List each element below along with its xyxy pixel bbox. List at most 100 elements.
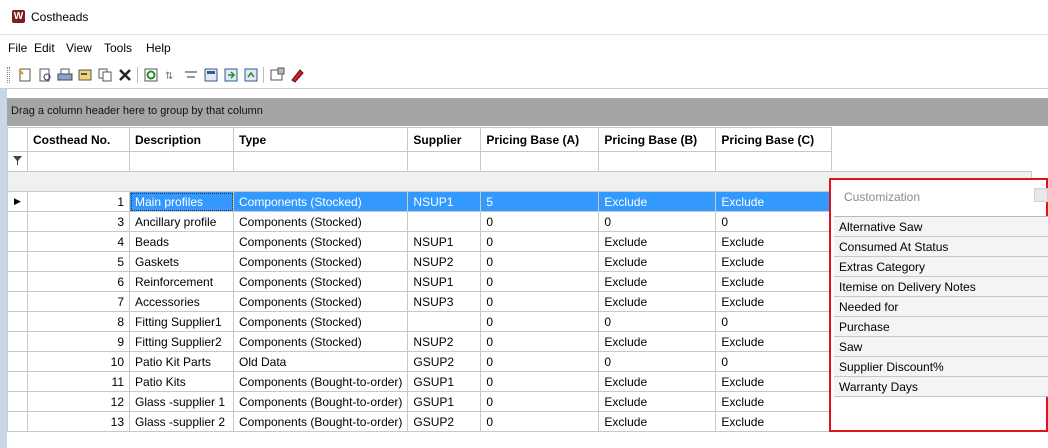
cell-pricing-base-b[interactable]: Exclude <box>598 231 717 252</box>
cell-pricing-base-c[interactable]: Exclude <box>715 191 833 212</box>
menu-help[interactable]: Help <box>146 41 171 55</box>
cell-pricing-base-c[interactable]: Exclude <box>715 411 833 432</box>
column-header-pricing-base-a[interactable]: Pricing Base (A) <box>480 127 600 152</box>
cell-description[interactable]: Patio Kits <box>129 371 234 392</box>
cell-type[interactable]: Components (Stocked) <box>232 331 409 352</box>
cell-pricing-base-b[interactable]: Exclude <box>598 371 717 392</box>
cell-pricing-base-c[interactable]: Exclude <box>715 291 833 312</box>
menu-edit[interactable]: Edit <box>34 41 55 55</box>
cell-pricing-base-a[interactable]: 0 <box>480 211 600 232</box>
cell-pricing-base-a[interactable]: 0 <box>480 311 600 332</box>
cell-supplier[interactable]: NSUP1 <box>407 231 482 252</box>
cell-description[interactable]: Fitting Supplier1 <box>129 311 234 332</box>
filter-cell-pricing-base-c[interactable] <box>715 151 833 172</box>
customization-item[interactable]: Purchase <box>834 317 1048 337</box>
cell-type[interactable]: Components (Stocked) <box>232 291 409 312</box>
cell-pricing-base-b[interactable]: Exclude <box>598 291 717 312</box>
close-icon[interactable] <box>1034 188 1048 202</box>
cell-pricing-base-c[interactable]: 0 <box>715 211 833 232</box>
cell-pricing-base-a[interactable]: 5 <box>480 191 600 212</box>
customization-item[interactable]: Alternative Saw <box>834 217 1048 237</box>
refresh-icon[interactable] <box>143 67 159 83</box>
cell-description[interactable]: Gaskets <box>129 251 234 272</box>
cell-pricing-base-a[interactable]: 0 <box>480 411 600 432</box>
cell-description[interactable]: Patio Kit Parts <box>129 351 234 372</box>
cell-type[interactable]: Components (Bought-to-order) <box>232 391 409 412</box>
cell-pricing-base-b[interactable]: Exclude <box>598 251 717 272</box>
cell-pricing-base-c[interactable]: Exclude <box>715 251 833 272</box>
cell-supplier[interactable]: GSUP2 <box>407 351 482 372</box>
row-indicator[interactable] <box>7 331 28 352</box>
filter-cell-pricing-base-a[interactable] <box>480 151 600 172</box>
cell-supplier[interactable] <box>407 211 482 232</box>
column-header-description[interactable]: Description <box>129 127 234 152</box>
cell-pricing-base-c[interactable]: Exclude <box>715 231 833 252</box>
filter-cell-costhead-no[interactable] <box>27 151 130 172</box>
cell-pricing-base-b[interactable]: Exclude <box>598 411 717 432</box>
column-header-costhead-no[interactable]: Costhead No. <box>27 127 130 152</box>
cell-costhead-no[interactable]: 9 <box>27 331 130 352</box>
cell-type[interactable]: Components (Bought-to-order) <box>232 371 409 392</box>
cell-pricing-base-a[interactable]: 0 <box>480 391 600 412</box>
cell-supplier[interactable]: NSUP1 <box>407 191 482 212</box>
cell-type[interactable]: Components (Bought-to-order) <box>232 411 409 432</box>
customization-item[interactable]: Itemise on Delivery Notes <box>834 277 1048 297</box>
cell-type[interactable]: Components (Stocked) <box>232 271 409 292</box>
cell-costhead-no[interactable]: 7 <box>27 291 130 312</box>
row-indicator[interactable] <box>7 211 28 232</box>
row-indicator[interactable] <box>7 291 28 312</box>
cell-type[interactable]: Components (Stocked) <box>232 211 409 232</box>
filter-cell-pricing-base-b[interactable] <box>598 151 717 172</box>
cell-description[interactable]: Ancillary profile <box>129 211 234 232</box>
new-icon[interactable] <box>17 67 33 83</box>
cell-pricing-base-a[interactable]: 0 <box>480 271 600 292</box>
cell-costhead-no[interactable]: 5 <box>27 251 130 272</box>
menu-view[interactable]: View <box>66 41 92 55</box>
cell-pricing-base-a[interactable]: 0 <box>480 231 600 252</box>
row-indicator[interactable]: ▶ <box>7 191 28 212</box>
group-by-panel[interactable]: Drag a column header here to group by th… <box>7 98 1048 126</box>
print-icon[interactable] <box>57 67 73 83</box>
customization-item[interactable]: Warranty Days <box>834 377 1048 397</box>
row-indicator[interactable] <box>7 311 28 332</box>
customization-item[interactable]: Supplier Discount% <box>834 357 1048 377</box>
filter-icon[interactable] <box>7 151 28 172</box>
customization-item[interactable]: Saw <box>834 337 1048 357</box>
cell-costhead-no[interactable]: 12 <box>27 391 130 412</box>
filter-cell-supplier[interactable] <box>407 151 482 172</box>
customization-item[interactable]: Extras Category <box>834 257 1048 277</box>
copy-icon[interactable] <box>97 67 113 83</box>
cell-pricing-base-b[interactable]: Exclude <box>598 391 717 412</box>
cell-description[interactable]: Accessories <box>129 291 234 312</box>
menu-tools[interactable]: Tools <box>104 41 132 55</box>
cell-supplier[interactable]: NSUP3 <box>407 291 482 312</box>
row-indicator[interactable] <box>7 391 28 412</box>
cell-pricing-base-b[interactable]: 0 <box>598 211 717 232</box>
cell-costhead-no[interactable]: 1 <box>27 191 130 212</box>
row-indicator[interactable] <box>7 251 28 272</box>
cell-supplier[interactable] <box>407 311 482 332</box>
cell-supplier[interactable]: NSUP1 <box>407 271 482 292</box>
column-header-pricing-base-b[interactable]: Pricing Base (B) <box>598 127 717 152</box>
cell-costhead-no[interactable]: 4 <box>27 231 130 252</box>
filter-cell-type[interactable] <box>232 151 409 172</box>
row-indicator[interactable] <box>7 371 28 392</box>
column-header-pricing-base-c[interactable]: Pricing Base (C) <box>715 127 833 152</box>
cell-costhead-no[interactable]: 3 <box>27 211 130 232</box>
row-indicator[interactable] <box>7 271 28 292</box>
cell-pricing-base-b[interactable]: 0 <box>598 351 717 372</box>
help-icon[interactable] <box>289 67 305 83</box>
cell-type[interactable]: Components (Stocked) <box>232 251 409 272</box>
cell-supplier[interactable]: GSUP1 <box>407 371 482 392</box>
cell-pricing-base-c[interactable]: Exclude <box>715 371 833 392</box>
row-indicator[interactable] <box>7 351 28 372</box>
row-indicator[interactable] <box>7 411 28 432</box>
cell-costhead-no[interactable]: 8 <box>27 311 130 332</box>
cell-costhead-no[interactable]: 13 <box>27 411 130 432</box>
cell-supplier[interactable]: NSUP2 <box>407 251 482 272</box>
column-header-type[interactable]: Type <box>232 127 409 152</box>
toolbar-grip[interactable] <box>7 67 10 83</box>
cell-description[interactable]: Reinforcement <box>129 271 234 292</box>
cell-pricing-base-a[interactable]: 0 <box>480 251 600 272</box>
cell-pricing-base-b[interactable]: 0 <box>598 311 717 332</box>
